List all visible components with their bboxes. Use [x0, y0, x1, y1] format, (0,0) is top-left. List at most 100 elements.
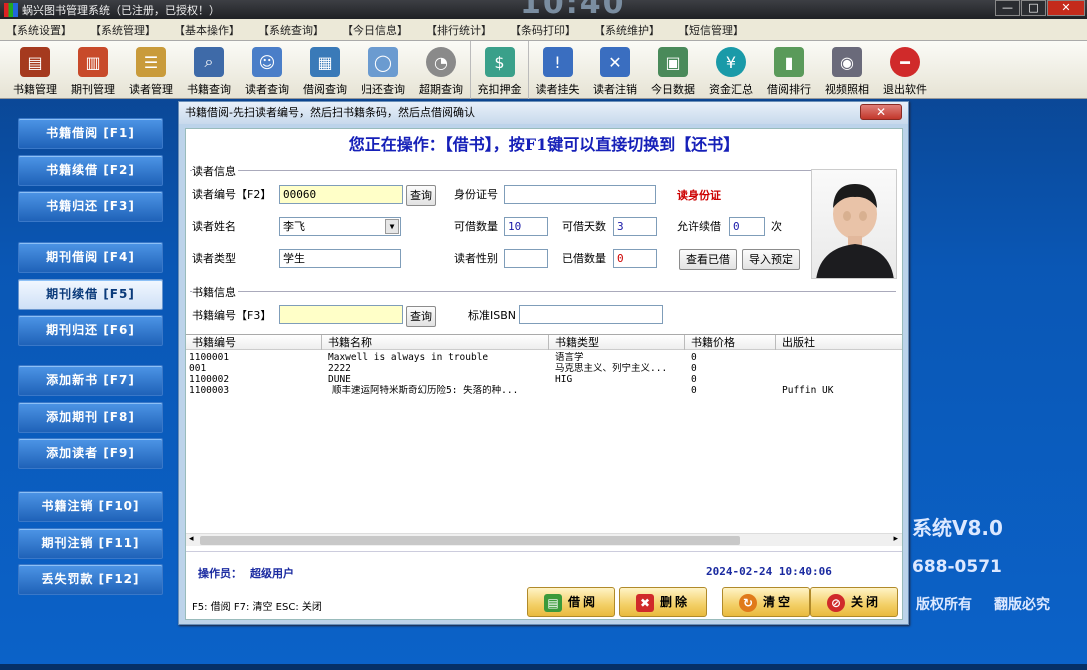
yen-icon: ¥: [716, 47, 746, 77]
reader-no-input[interactable]: 00060: [279, 185, 403, 204]
menu-ranking-stats[interactable]: 【排行统计】: [426, 22, 492, 38]
book-no-input[interactable]: [279, 305, 403, 324]
borrow-button[interactable]: ▤ 借阅: [527, 587, 615, 617]
sidebar-book-cancel[interactable]: 书籍注销 [F10]: [18, 491, 163, 522]
toolbar-label: 超期查询: [419, 83, 463, 96]
horizontal-scrollbar[interactable]: ◂ ▸: [186, 533, 902, 546]
table-header: 书籍编号 书籍名称 书籍类型 书籍价格 出版社: [186, 335, 902, 350]
sidebar-book-borrow[interactable]: 书籍借阅 [F1]: [18, 118, 163, 149]
table-row[interactable]: 1100001 Maxwell is always in trouble 语言学…: [186, 352, 902, 363]
gender-field[interactable]: [504, 249, 548, 268]
menu-basic-operations[interactable]: 【基本操作】: [174, 22, 240, 38]
toolbar-return-query[interactable]: ◯ 归还查询: [354, 41, 412, 99]
sidebar-magazine-borrow[interactable]: 期刊借阅 [F4]: [18, 242, 163, 273]
sidebar-magazine-return[interactable]: 期刊归还 [F6]: [18, 315, 163, 346]
type-field[interactable]: 学生: [279, 249, 401, 268]
magazine-icon: ▥: [78, 47, 108, 77]
minimize-icon[interactable]: —: [995, 0, 1020, 16]
clear-button[interactable]: ↻ 清空: [722, 587, 810, 617]
user-cancel-icon: ✕: [600, 47, 630, 77]
operator-label: 操作员：: [198, 567, 242, 580]
maximize-icon[interactable]: □: [1021, 0, 1046, 16]
cell-no: 1100003: [189, 385, 230, 396]
col-book-price[interactable]: 书籍价格: [685, 335, 776, 350]
renew-field[interactable]: 0: [729, 217, 765, 236]
name-select[interactable]: 李飞 ▼: [279, 217, 401, 236]
table-row[interactable]: 001 2222 马克思主义、列宁主义... 0: [186, 363, 902, 374]
table-row[interactable]: 1100002 DUNE HIG 0: [186, 374, 902, 385]
menu-system-query[interactable]: 【系统查询】: [258, 22, 324, 38]
toolbar-deposit[interactable]: $ 充扣押金: [470, 41, 528, 99]
sidebar-magazine-cancel[interactable]: 期刊注销 [F11]: [18, 528, 163, 559]
clear-button-label: 清空: [762, 595, 793, 609]
toolbar-label: 退出软件: [883, 83, 927, 96]
menu-barcode-print[interactable]: 【条码打印】: [510, 22, 576, 38]
scroll-left-icon[interactable]: ◂: [189, 534, 194, 544]
close-icon[interactable]: ✕: [1047, 0, 1085, 16]
dialog-close-button[interactable]: ✕: [860, 104, 902, 120]
book-group-line: [190, 291, 896, 292]
scroll-thumb[interactable]: [200, 536, 740, 545]
menu-sms-management[interactable]: 【短信管理】: [678, 22, 744, 38]
background-copyright-2: 翻版必究: [994, 597, 1050, 613]
col-publisher[interactable]: 出版社: [776, 335, 902, 350]
menu-system-settings[interactable]: 【系统设置】: [6, 22, 72, 38]
col-book-type[interactable]: 书籍类型: [549, 335, 685, 350]
cell-no: 1100001: [189, 352, 230, 363]
close-button[interactable]: ⊘ 关闭: [810, 587, 898, 617]
toolbar-reader-management[interactable]: ☰ 读者管理: [122, 41, 180, 99]
isbn-label: 标准ISBN: [468, 309, 517, 322]
toolbar-reader-loss[interactable]: ! 读者挂失: [528, 41, 586, 99]
sidebar-loss-fine[interactable]: 丢失罚款 [F12]: [18, 564, 163, 595]
menu-system-management[interactable]: 【系统管理】: [90, 22, 156, 38]
delete-icon: ✖: [635, 593, 654, 612]
borrowed-field[interactable]: 0: [613, 249, 657, 268]
cell-name: Maxwell is always in trouble: [328, 352, 489, 363]
sidebar-book-renew[interactable]: 书籍续借 [F2]: [18, 155, 163, 186]
menu-system-maintenance[interactable]: 【系统维护】: [594, 22, 660, 38]
toolbar-book-query[interactable]: ⌕ 书籍查询: [180, 41, 238, 99]
toolbar-label: 归还查询: [361, 83, 405, 96]
window-controls: — □ ✕: [995, 0, 1085, 16]
isbn-input[interactable]: [519, 305, 663, 324]
toolbar-reader-query[interactable]: ☺ 读者查询: [238, 41, 296, 99]
sidebar-magazine-renew[interactable]: 期刊续借 [F5]: [18, 279, 163, 310]
toolbar-today-data[interactable]: ▣ 今日数据: [644, 41, 702, 99]
sidebar-add-book[interactable]: 添加新书 [F7]: [18, 365, 163, 396]
sidebar-book-return[interactable]: 书籍归还 [F3]: [18, 191, 163, 222]
reader-query-button[interactable]: 查询: [406, 185, 436, 206]
toolbar-exit[interactable]: ━ 退出软件: [876, 41, 934, 99]
toolbar-video-photo[interactable]: ◉ 视频照相: [818, 41, 876, 99]
reader-group-title: 读者信息: [192, 163, 238, 179]
id-input[interactable]: [504, 185, 656, 204]
col-book-no[interactable]: 书籍编号: [186, 335, 322, 350]
read-id-link[interactable]: 读身份证: [677, 187, 721, 203]
sidebar-add-reader[interactable]: 添加读者 [F9]: [18, 438, 163, 469]
import-reserve-button[interactable]: 导入预定: [742, 249, 800, 270]
scroll-right-icon[interactable]: ▸: [893, 534, 898, 544]
menu-today-info[interactable]: 【今日信息】: [342, 22, 408, 38]
sidebar-add-magazine[interactable]: 添加期刊 [F8]: [18, 402, 163, 433]
chevron-down-icon[interactable]: ▼: [385, 219, 399, 234]
book-query-button[interactable]: 查询: [406, 306, 436, 327]
toolbar-label: 今日数据: [651, 83, 695, 96]
id-label: 身份证号: [454, 188, 498, 201]
toolbar-borrow-query[interactable]: ▦ 借阅查询: [296, 41, 354, 99]
toolbar-book-management[interactable]: ▤ 书籍管理: [6, 41, 64, 99]
shortcut-hint: F5: 借阅 F7: 清空 ESC: 关闭: [192, 602, 322, 613]
borrow-button-label: 借阅: [567, 595, 598, 609]
toolbar-magazine-management[interactable]: ▥ 期刊管理: [64, 41, 122, 99]
col-book-name[interactable]: 书籍名称: [322, 335, 549, 350]
can-borrow-field[interactable]: 10: [504, 217, 548, 236]
bottom-strip: [0, 664, 1087, 670]
view-borrowed-button[interactable]: 查看已借: [679, 249, 737, 270]
borrow-dialog: 书籍借阅-先扫读者编号，然后扫书籍条码，然后点借阅确认 ✕ 您正在操作：【借书】…: [178, 101, 909, 625]
table-row[interactable]: 1100003 顺丰速运阿特米斯奇幻历险5: 失落的种... 0 Puffin …: [186, 385, 902, 396]
toolbar-reader-cancel[interactable]: ✕ 读者注销: [586, 41, 644, 99]
toolbar-funds-summary[interactable]: ¥ 资金汇总: [702, 41, 760, 99]
toolbar-overdue-query[interactable]: ◔ 超期查询: [412, 41, 470, 99]
days-field[interactable]: 3: [613, 217, 657, 236]
toolbar-borrow-ranking[interactable]: ▮ 借阅排行: [760, 41, 818, 99]
name-label: 读者姓名: [192, 220, 236, 233]
delete-button[interactable]: ✖ 删除: [619, 587, 707, 617]
